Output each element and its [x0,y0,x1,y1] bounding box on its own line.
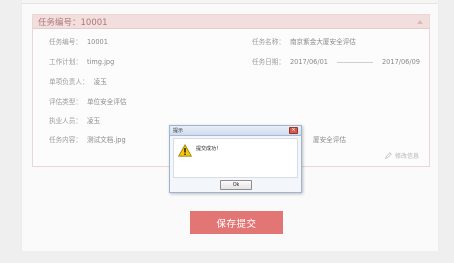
field-partial-name: 厦安全评估 [313,134,346,144]
task-card-header[interactable]: 任务编号：10001 [33,15,429,29]
field-executor: 执业人员： 凌玉 [49,115,100,125]
dialog-message: 提交成功！ [196,146,222,152]
field-value[interactable]: timg.jpg [87,58,114,66]
caret-up-icon[interactable] [417,19,423,24]
field-value: 单位安全评估 [86,98,127,106]
field-content: 任务内容： 测试文档.jpg [49,134,126,144]
top-strip [22,0,438,4]
field-value: 凌玉 [93,78,107,86]
warning-icon [178,144,192,157]
field-label: 任务编号： [49,38,82,46]
field-label: 评估类型： [49,98,82,106]
alert-dialog: 提示 × 提交成功！ Ok [169,125,302,193]
date-range-divider [336,61,373,63]
field-owner: 单项负责人： 凌玉 [49,76,107,86]
edit-info-label: 修改信息 [394,153,419,160]
edit-info-link[interactable]: 修改信息 [385,151,419,160]
dialog-body: 提交成功！ [173,138,298,178]
date-start: 2017/06/01 [289,58,328,66]
dialog-title: 提示 [173,128,184,134]
field-task-no: 任务编号： 10001 [49,36,108,46]
field-value: 厦安全评估 [313,136,346,144]
dialog-titlebar[interactable]: 提示 × [170,126,301,136]
field-value: 10001 [86,38,108,46]
field-eval-type: 评估类型： 单位安全评估 [49,96,127,106]
field-value: 南京紫金大厦安全评估 [289,38,356,46]
field-label: 单项负责人： [49,78,89,86]
field-value[interactable]: 测试文档.jpg [87,136,126,144]
field-label: 任务内容： [49,136,82,144]
field-task-date: 任务日期： 2017/06/01 2017/06/09 [252,56,420,66]
ok-button[interactable]: Ok [220,180,252,190]
field-label: 任务名称： [252,38,285,46]
pencil-icon [385,152,392,159]
field-label: 执业人员： [49,117,82,125]
date-end: 2017/06/09 [381,58,420,66]
field-value: 凌玉 [86,117,101,125]
field-task-name: 任务名称： 南京紫金大厦安全评估 [252,36,356,46]
task-card-title: 任务编号：10001 [38,17,108,28]
save-submit-button[interactable]: 保存提交 [190,211,283,234]
field-work-plan: 工作计划： timg.jpg [49,56,114,66]
field-label: 工作计划： [49,58,82,66]
close-icon[interactable]: × [289,127,298,134]
field-label: 任务日期： [252,58,285,66]
